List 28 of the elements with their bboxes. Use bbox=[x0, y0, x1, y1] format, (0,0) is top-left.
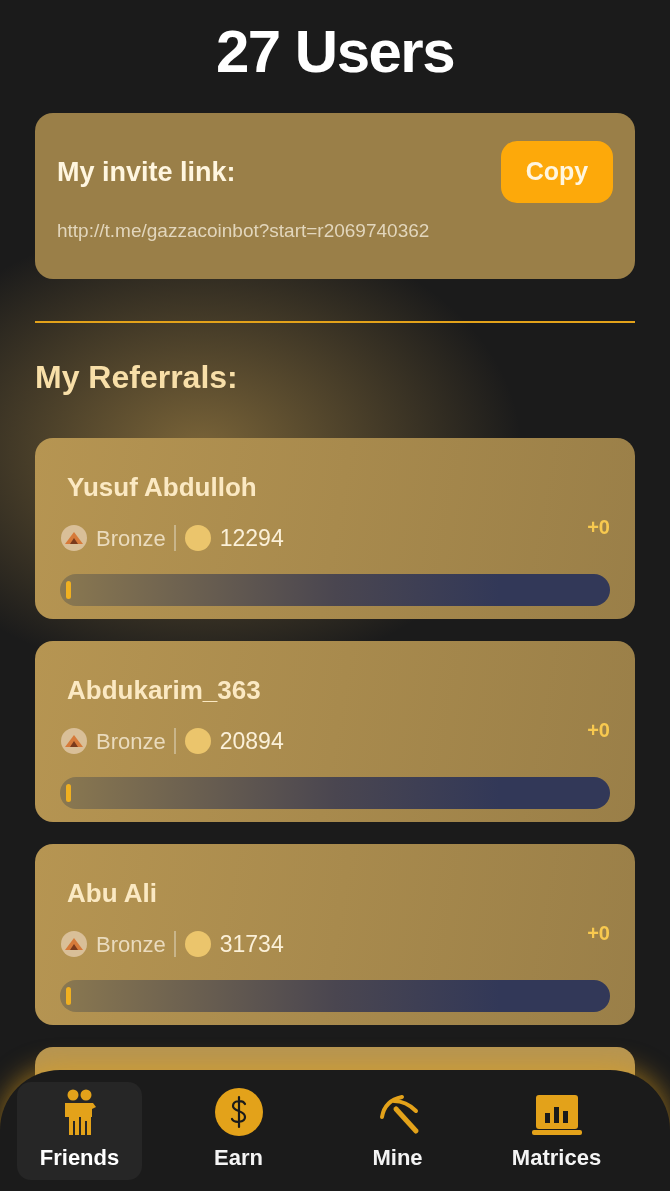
coin-icon bbox=[183, 524, 212, 553]
invite-label: My invite link: bbox=[57, 155, 236, 189]
referrals-heading: My Referrals: bbox=[35, 358, 239, 397]
coin-count: 31734 bbox=[219, 930, 284, 959]
coin-icon bbox=[183, 727, 212, 756]
nav-tab[interactable]: Friends bbox=[17, 1081, 142, 1180]
chart-laptop-icon bbox=[530, 1092, 583, 1137]
nav-tab[interactable]: Matrices bbox=[494, 1081, 619, 1180]
referral-name: Abu Ali bbox=[66, 877, 159, 910]
coin-icon bbox=[183, 930, 212, 959]
coin-count: 12294 bbox=[219, 524, 284, 553]
bonus-value: +0 bbox=[587, 921, 610, 946]
bonus-value: +0 bbox=[587, 718, 610, 743]
league-badge-icon bbox=[60, 524, 88, 553]
bonus-value: +0 bbox=[587, 515, 610, 540]
league-label: Bronze bbox=[96, 727, 166, 756]
league-badge-icon bbox=[60, 727, 88, 756]
coin-count: 20894 bbox=[219, 727, 284, 756]
league-badge-icon bbox=[60, 930, 88, 959]
league-label: Bronze bbox=[96, 524, 166, 553]
page-title: 27 Users bbox=[215, 22, 455, 82]
dollar-coin-icon bbox=[213, 1086, 264, 1137]
friends-icon bbox=[62, 1088, 97, 1137]
referral-name: Abdukarim_363 bbox=[66, 674, 262, 707]
nav-tab[interactable]: Earn bbox=[176, 1081, 301, 1180]
referral-name: Yusuf Abdulloh bbox=[66, 471, 258, 504]
nav-tab[interactable]: Mine bbox=[335, 1081, 460, 1180]
league-label: Bronze bbox=[96, 930, 166, 959]
